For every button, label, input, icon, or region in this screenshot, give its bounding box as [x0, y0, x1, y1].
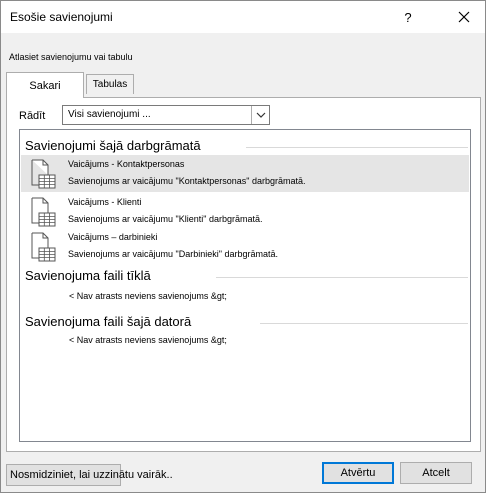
empty-message: < Nav atrasts neviens savienojums &gt;	[69, 335, 227, 345]
table-connection-icon	[31, 197, 56, 227]
table-connection-icon	[31, 232, 56, 262]
empty-message: < Nav atrasts neviens savienojums &gt;	[69, 291, 227, 301]
section-title-network: Savienojuma faili tīklā	[25, 268, 151, 283]
browse-for-more-button[interactable]: Nosmidziniet, lai uzzinātu vairāk..	[6, 464, 173, 486]
close-button[interactable]	[447, 1, 481, 33]
show-dropdown[interactable]: Visi savienojumi ...	[62, 105, 270, 125]
item-name: Vaicājums - Klienti	[68, 197, 142, 207]
table-connection-icon	[31, 159, 56, 189]
section-title-workbook: Savienojumi šajā darbgrāmatā	[25, 138, 201, 153]
title-bar: Esošie savienojumi ?	[1, 1, 485, 33]
show-dropdown-value: Visi savienojumi ...	[68, 109, 151, 120]
item-name: Vaicājums – darbinieki	[68, 232, 158, 242]
list-item[interactable]: Vaicājums – darbinieki Savienojums ar va…	[21, 228, 469, 265]
connections-list[interactable]: Savienojumi šajā darbgrāmatā Vaicājums -…	[19, 129, 471, 442]
section-divider	[216, 277, 468, 278]
cancel-button[interactable]: Atcelt	[400, 462, 472, 484]
section-title-computer: Savienojuma faili šajā datorā	[25, 314, 192, 329]
list-item[interactable]: Vaicājums - Klienti Savienojums ar vaicā…	[21, 193, 469, 230]
tab-connections[interactable]: Sakari	[6, 72, 84, 98]
tab-tables[interactable]: Tabulas	[86, 74, 134, 94]
section-divider	[260, 323, 468, 324]
item-description: Savienojums ar vaicājumu "Darbinieki" da…	[68, 249, 278, 259]
item-description: Savienojums ar vaicājumu "Klienti" darbg…	[68, 214, 263, 224]
item-description: Savienojums ar vaicājumu "Kontaktpersona…	[68, 176, 306, 186]
item-name: Vaicājums - Kontaktpersonas	[68, 159, 185, 169]
dialog-title: Esošie savienojumi	[10, 10, 113, 24]
existing-connections-dialog: Esošie savienojumi ? Atlasiet savienojum…	[0, 0, 486, 493]
section-divider	[246, 147, 468, 148]
help-button[interactable]: ?	[393, 1, 423, 33]
close-icon	[458, 11, 470, 23]
open-button[interactable]: Atvērtu	[322, 462, 394, 484]
list-item[interactable]: Vaicājums - Kontaktpersonas Savienojums …	[21, 155, 469, 192]
chevron-down-icon[interactable]	[251, 106, 269, 124]
instruction-text: Atlasiet savienojumu vai tabulu	[9, 52, 133, 62]
show-label: Rādīt	[19, 110, 46, 122]
